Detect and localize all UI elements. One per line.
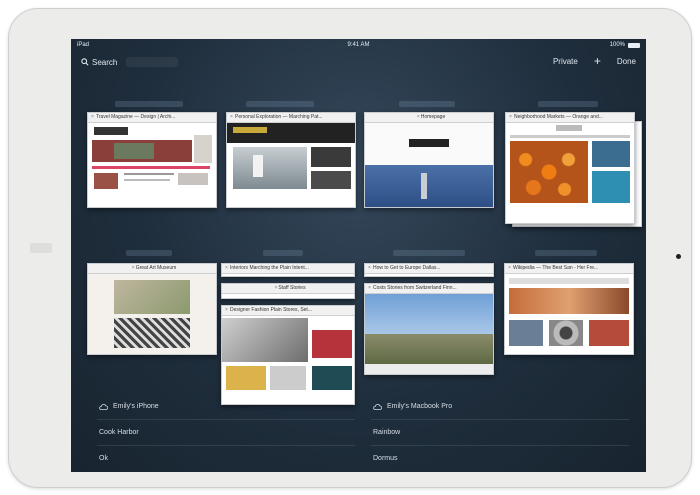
home-button[interactable]	[676, 254, 681, 259]
icloud-device-header: Emily's Macbook Pro	[371, 394, 629, 420]
side-image	[311, 147, 351, 167]
tab-group-label	[399, 101, 455, 107]
icloud-device-column: Emily's iPhone Cook Harbor Ok	[97, 394, 355, 471]
sidebar-ad	[194, 135, 212, 163]
site-logo	[409, 139, 449, 147]
private-button[interactable]: Private	[553, 57, 578, 66]
device-name: Emily's Macbook Pro	[387, 403, 453, 410]
front-camera	[30, 243, 52, 253]
done-button[interactable]: Done	[617, 57, 636, 66]
search-button[interactable]: Search	[81, 57, 179, 67]
tab-group-label	[393, 250, 465, 256]
icloud-tab-item[interactable]: Dormus	[371, 446, 629, 471]
landscape-image	[365, 334, 493, 364]
side-image	[592, 141, 630, 167]
tab-card[interactable]: × Designer Fashion Plain Stores, Set...	[221, 305, 355, 405]
search-icon	[81, 58, 89, 66]
tab-title: × Designer Fashion Plain Stores, Set...	[222, 306, 354, 316]
article-image	[178, 173, 208, 185]
figure	[253, 155, 263, 177]
device-name: Emily's iPhone	[113, 403, 159, 410]
tab-group-label	[263, 250, 303, 256]
site-logo	[556, 125, 582, 131]
tab-title: × Personal Exploration — Marching Pat...	[227, 113, 355, 123]
clock: 9:41 AM	[347, 42, 370, 48]
safari-tab-overview: iPad 9:41 AM 100% Search Private + Done …	[71, 39, 646, 472]
hero-image	[365, 165, 493, 207]
site-header	[227, 123, 355, 143]
search-label: Search	[92, 57, 118, 67]
artwork-image	[114, 318, 190, 348]
product-image	[226, 366, 266, 390]
battery-icon	[628, 42, 640, 48]
hero-image	[114, 143, 154, 159]
tab-title: × Travel Magazine — Design | Archi...	[88, 113, 216, 123]
battery-percent: 100%	[609, 42, 625, 48]
tab-group-label	[538, 101, 598, 107]
article-image	[589, 320, 629, 346]
tab-title: × Interiors Marching the Plain Intent...	[222, 264, 354, 274]
footer-bar	[365, 364, 493, 374]
tab-group-label	[115, 101, 183, 107]
text-line	[124, 173, 174, 175]
cloud-icon	[373, 403, 382, 410]
tower	[421, 173, 427, 199]
tab-card[interactable]: × Costs Stories from Switzerland Finn...	[364, 283, 494, 375]
tab-title: × How to Get to Europe Dallas...	[365, 264, 493, 274]
icloud-device-column: Emily's Macbook Pro Rainbow Dormus	[371, 394, 629, 471]
tab-card[interactable]: × Neighborhood Markets — Orange and...	[505, 112, 635, 224]
tab-card[interactable]: ×Great Art Museum	[87, 263, 217, 355]
tab-card[interactable]: ×Staff Stories	[221, 283, 355, 299]
site-logo	[233, 127, 267, 133]
search-input[interactable]	[126, 57, 179, 67]
tab-title: × Costs Stories from Switzerland Finn...	[365, 284, 493, 294]
sky-image	[365, 294, 493, 334]
tab-card[interactable]: × Personal Exploration — Marching Pat...	[226, 112, 356, 208]
tab-group-label	[535, 250, 597, 256]
tab-card[interactable]: × Travel Magazine — Design | Archi...	[87, 112, 217, 208]
status-bar: iPad 9:41 AM 100%	[71, 39, 646, 51]
site-logo	[94, 127, 128, 135]
hero-image	[222, 318, 308, 362]
tab-group-label	[246, 101, 314, 107]
icloud-tab-item[interactable]: Cook Harbor	[97, 420, 355, 446]
cloud-icon	[99, 403, 108, 410]
hero-image	[509, 288, 629, 314]
product-image	[270, 366, 306, 390]
nav-bar	[509, 278, 629, 284]
tab-overview-toolbar: Search Private + Done	[71, 53, 646, 73]
product-image	[312, 366, 352, 390]
tab-group-label	[126, 250, 172, 256]
battery-indicator: 100%	[610, 39, 640, 51]
article-image	[549, 320, 583, 346]
tab-title: ×Homepage	[365, 113, 493, 123]
hero-image	[233, 147, 307, 189]
map-image	[114, 280, 190, 314]
new-tab-button[interactable]: +	[594, 55, 601, 67]
text-line	[124, 179, 170, 181]
nav-bar	[92, 166, 210, 169]
tab-title: × Neighborhood Markets — Orange and...	[506, 113, 634, 123]
icloud-device-header: Emily's iPhone	[97, 394, 355, 420]
tab-card[interactable]: × Wikipedia — The Best San - Her Fre...	[504, 263, 634, 355]
side-image	[311, 171, 351, 189]
tab-title: ×Great Art Museum	[88, 264, 216, 274]
article-image	[94, 173, 118, 189]
article-image	[509, 320, 543, 346]
tab-card[interactable]: × How to Get to Europe Dallas...	[364, 263, 494, 277]
tab-title: × Wikipedia — The Best San - Her Fre...	[505, 264, 633, 274]
icloud-tabs: Emily's iPhone Cook Harbor Ok Emily's Ma…	[71, 394, 646, 472]
side-image	[592, 171, 630, 203]
tab-title: ×Staff Stories	[222, 284, 354, 294]
nav-bar	[510, 135, 630, 138]
tab-card[interactable]: ×Homepage	[364, 112, 494, 208]
tab-card[interactable]: × Interiors Marching the Plain Intent...	[221, 263, 355, 277]
side-image	[312, 330, 352, 358]
icloud-tab-item[interactable]: Rainbow	[371, 420, 629, 446]
icloud-tab-item[interactable]: Ok	[97, 446, 355, 471]
oranges-image	[510, 141, 588, 203]
